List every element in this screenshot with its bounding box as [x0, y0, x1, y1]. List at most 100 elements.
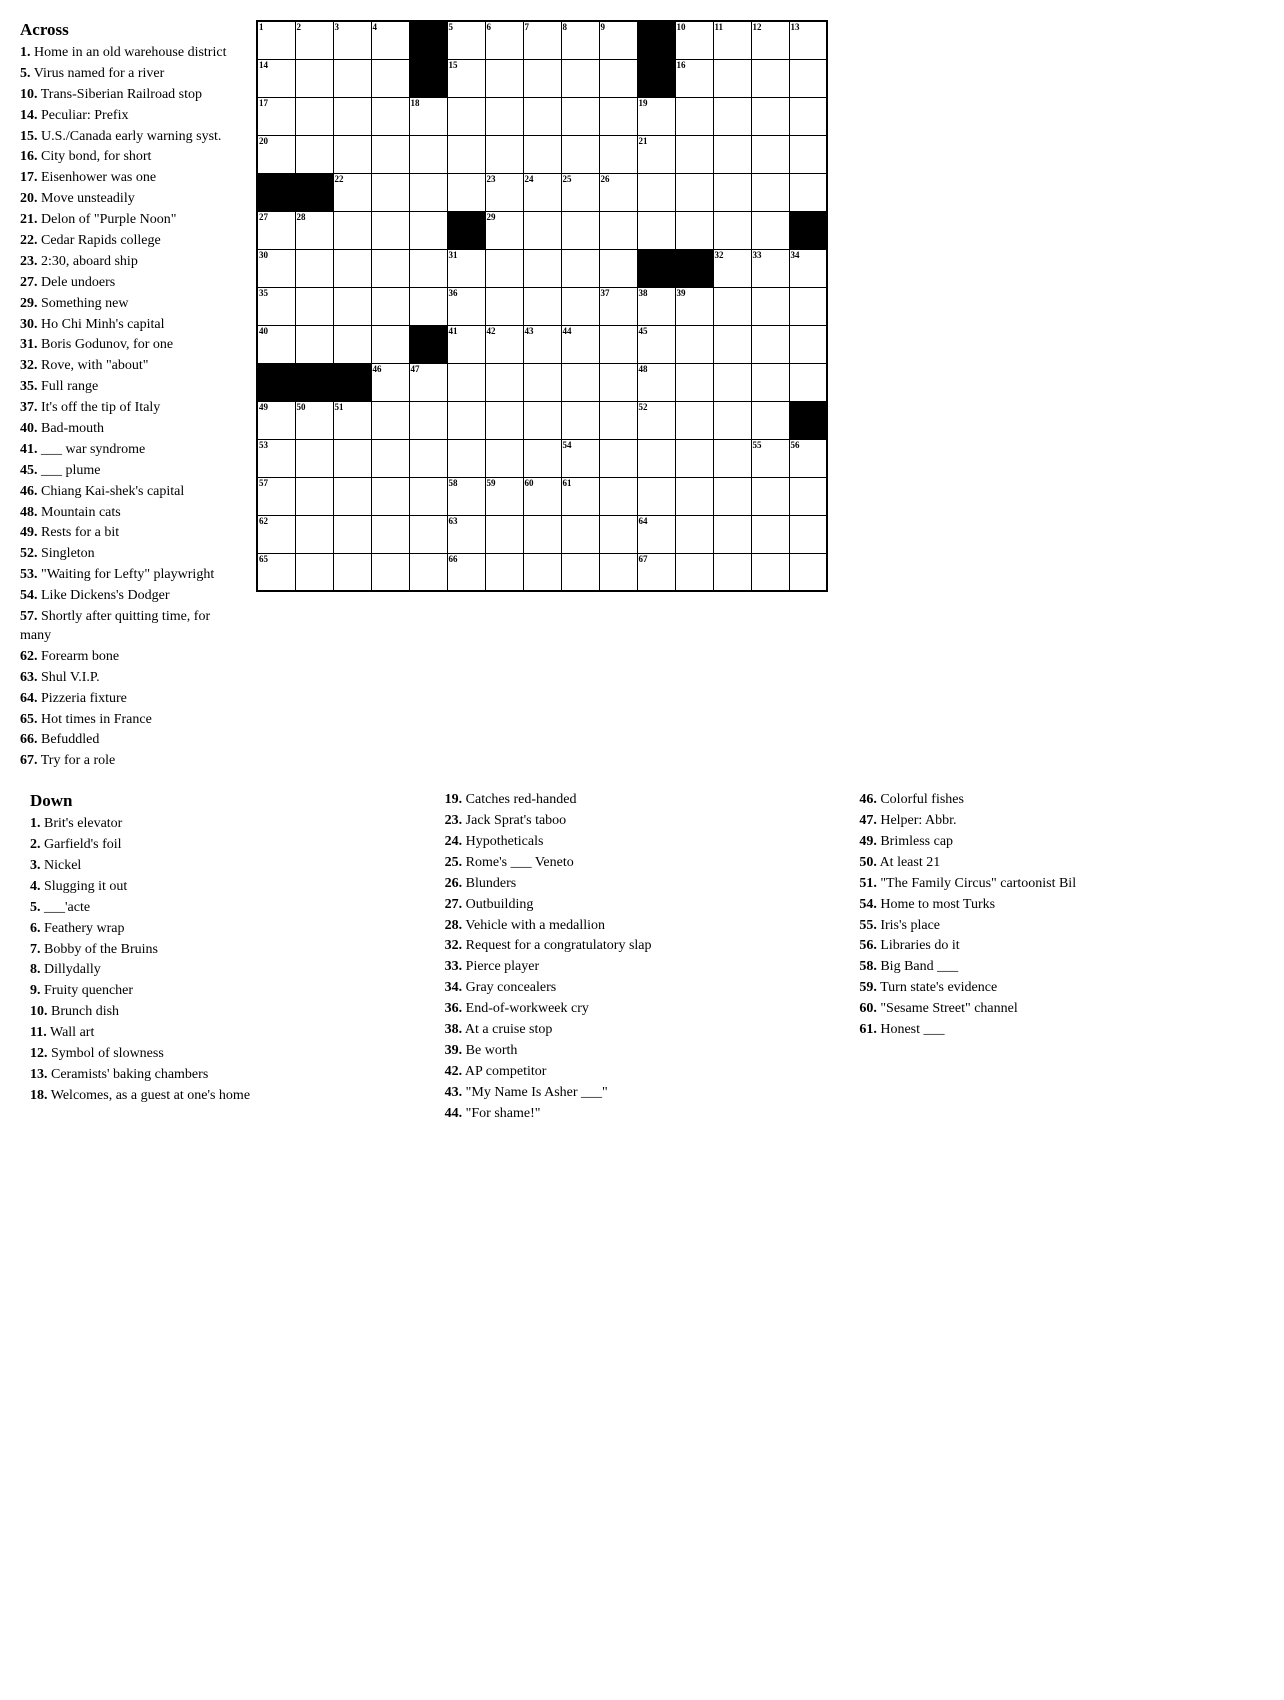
cell-14-8[interactable] — [561, 553, 599, 591]
cell-8-9[interactable] — [599, 325, 637, 363]
cell-3-4[interactable] — [409, 135, 447, 173]
cell-12-9[interactable] — [599, 477, 637, 515]
cell-13-1[interactable] — [295, 515, 333, 553]
cell-1-8[interactable] — [561, 59, 599, 97]
cell-13-0[interactable]: 62 — [257, 515, 295, 553]
cell-6-5[interactable]: 31 — [447, 249, 485, 287]
cell-3-14[interactable] — [789, 135, 827, 173]
cell-6-12[interactable]: 32 — [713, 249, 751, 287]
cell-13-9[interactable] — [599, 515, 637, 553]
cell-4-6[interactable]: 23 — [485, 173, 523, 211]
cell-0-4[interactable] — [409, 21, 447, 59]
cell-11-13[interactable]: 55 — [751, 439, 789, 477]
cell-14-9[interactable] — [599, 553, 637, 591]
cell-7-2[interactable] — [333, 287, 371, 325]
cell-3-9[interactable] — [599, 135, 637, 173]
cell-3-12[interactable] — [713, 135, 751, 173]
cell-2-4[interactable]: 18 — [409, 97, 447, 135]
cell-6-9[interactable] — [599, 249, 637, 287]
cell-1-6[interactable] — [485, 59, 523, 97]
cell-5-14[interactable] — [789, 211, 827, 249]
cell-12-13[interactable] — [751, 477, 789, 515]
cell-6-3[interactable] — [371, 249, 409, 287]
cell-5-6[interactable]: 29 — [485, 211, 523, 249]
cell-1-14[interactable] — [789, 59, 827, 97]
cell-13-8[interactable] — [561, 515, 599, 553]
cell-1-4[interactable] — [409, 59, 447, 97]
cell-14-3[interactable] — [371, 553, 409, 591]
cell-13-7[interactable] — [523, 515, 561, 553]
cell-8-4[interactable] — [409, 325, 447, 363]
cell-2-1[interactable] — [295, 97, 333, 135]
cell-14-5[interactable]: 66 — [447, 553, 485, 591]
cell-9-3[interactable]: 46 — [371, 363, 409, 401]
cell-6-11[interactable] — [675, 249, 713, 287]
cell-0-12[interactable]: 11 — [713, 21, 751, 59]
cell-12-6[interactable]: 59 — [485, 477, 523, 515]
cell-3-10[interactable]: 21 — [637, 135, 675, 173]
cell-4-4[interactable] — [409, 173, 447, 211]
cell-4-3[interactable] — [371, 173, 409, 211]
cell-12-2[interactable] — [333, 477, 371, 515]
cell-4-0[interactable] — [257, 173, 295, 211]
cell-8-6[interactable]: 42 — [485, 325, 523, 363]
cell-2-8[interactable] — [561, 97, 599, 135]
cell-10-9[interactable] — [599, 401, 637, 439]
cell-2-9[interactable] — [599, 97, 637, 135]
cell-14-1[interactable] — [295, 553, 333, 591]
cell-9-0[interactable] — [257, 363, 295, 401]
cell-8-3[interactable] — [371, 325, 409, 363]
cell-8-8[interactable]: 44 — [561, 325, 599, 363]
cell-5-12[interactable] — [713, 211, 751, 249]
cell-14-0[interactable]: 65 — [257, 553, 295, 591]
cell-10-2[interactable]: 51 — [333, 401, 371, 439]
cell-9-1[interactable] — [295, 363, 333, 401]
cell-9-12[interactable] — [713, 363, 751, 401]
cell-6-1[interactable] — [295, 249, 333, 287]
cell-12-14[interactable] — [789, 477, 827, 515]
cell-8-7[interactable]: 43 — [523, 325, 561, 363]
cell-2-0[interactable]: 17 — [257, 97, 295, 135]
cell-13-2[interactable] — [333, 515, 371, 553]
cell-4-9[interactable]: 26 — [599, 173, 637, 211]
cell-6-2[interactable] — [333, 249, 371, 287]
cell-1-11[interactable]: 16 — [675, 59, 713, 97]
cell-4-12[interactable] — [713, 173, 751, 211]
cell-1-2[interactable] — [333, 59, 371, 97]
cell-4-8[interactable]: 25 — [561, 173, 599, 211]
cell-13-13[interactable] — [751, 515, 789, 553]
cell-5-9[interactable] — [599, 211, 637, 249]
cell-10-7[interactable] — [523, 401, 561, 439]
cell-9-7[interactable] — [523, 363, 561, 401]
cell-14-6[interactable] — [485, 553, 523, 591]
cell-7-9[interactable]: 37 — [599, 287, 637, 325]
cell-11-3[interactable] — [371, 439, 409, 477]
cell-1-1[interactable] — [295, 59, 333, 97]
cell-2-12[interactable] — [713, 97, 751, 135]
cell-10-10[interactable]: 52 — [637, 401, 675, 439]
cell-4-11[interactable] — [675, 173, 713, 211]
cell-5-4[interactable] — [409, 211, 447, 249]
cell-11-5[interactable] — [447, 439, 485, 477]
cell-11-6[interactable] — [485, 439, 523, 477]
cell-8-13[interactable] — [751, 325, 789, 363]
cell-11-12[interactable] — [713, 439, 751, 477]
cell-3-2[interactable] — [333, 135, 371, 173]
cell-10-13[interactable] — [751, 401, 789, 439]
cell-10-3[interactable] — [371, 401, 409, 439]
cell-8-2[interactable] — [333, 325, 371, 363]
cell-12-11[interactable] — [675, 477, 713, 515]
cell-3-0[interactable]: 20 — [257, 135, 295, 173]
cell-3-7[interactable] — [523, 135, 561, 173]
cell-6-0[interactable]: 30 — [257, 249, 295, 287]
cell-4-2[interactable]: 22 — [333, 173, 371, 211]
cell-6-6[interactable] — [485, 249, 523, 287]
cell-9-14[interactable] — [789, 363, 827, 401]
cell-12-4[interactable] — [409, 477, 447, 515]
cell-14-7[interactable] — [523, 553, 561, 591]
cell-11-7[interactable] — [523, 439, 561, 477]
cell-7-13[interactable] — [751, 287, 789, 325]
cell-9-9[interactable] — [599, 363, 637, 401]
cell-1-3[interactable] — [371, 59, 409, 97]
cell-13-12[interactable] — [713, 515, 751, 553]
